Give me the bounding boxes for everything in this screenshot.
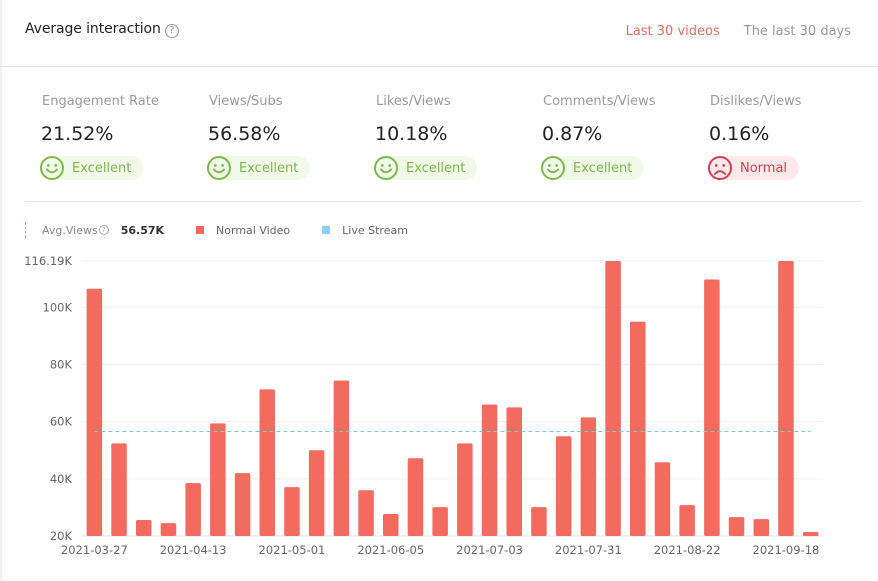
metric-value: 21.52% xyxy=(41,123,114,145)
y-tick-label: 40K xyxy=(50,472,73,486)
status-text: Excellent xyxy=(72,160,132,176)
legend-label: Live Stream xyxy=(342,223,408,237)
bar[interactable] xyxy=(407,458,424,536)
bar[interactable] xyxy=(136,519,152,536)
y-axis-ticks: 20K 40K 60K 80K 100K 116.19K xyxy=(24,254,72,543)
x-tick-label: 2021-05-01 xyxy=(259,543,326,557)
status-text: Excellent xyxy=(573,160,633,176)
status-text: Normal xyxy=(740,160,788,176)
status-badge: Normal xyxy=(708,156,800,180)
metric-value: 10.18% xyxy=(375,123,448,145)
bar[interactable] xyxy=(160,523,177,536)
bar[interactable] xyxy=(555,436,572,536)
y-tick-label: 116.19K xyxy=(24,254,72,268)
metric-value: 56.58% xyxy=(208,123,281,145)
x-tick-label: 2021-06-05 xyxy=(357,543,424,557)
metrics-row: Engagement Rate 21.52% Excellent Views/S… xyxy=(25,80,862,202)
x-tick-label: 2021-04-13 xyxy=(160,543,227,557)
bar[interactable] xyxy=(704,279,720,536)
bar[interactable] xyxy=(531,507,547,536)
bar[interactable] xyxy=(481,404,498,536)
legend-label: Normal Video xyxy=(216,223,291,237)
metric-value: 0.16% xyxy=(709,123,770,145)
views-bar-chart: 20K40K60K80K100K116.19K 2021-03-27 2021-0… xyxy=(24,254,823,557)
smile-face-icon xyxy=(40,156,64,180)
metric-label: Engagement Rate xyxy=(42,94,159,109)
metric-label: Comments/Views xyxy=(543,94,656,109)
x-tick-label: 2021-08-22 xyxy=(654,543,721,557)
avg-views-label: Avg.Views xyxy=(42,223,98,237)
bar[interactable] xyxy=(86,288,103,536)
question-circle-icon[interactable]: ? xyxy=(98,225,109,235)
bar[interactable] xyxy=(679,505,695,536)
bar[interactable] xyxy=(802,531,819,536)
chart-legend: Avg.Views ? 56.57K Normal Video Live Str… xyxy=(25,222,408,238)
period-tabs: Last 30 videos The last 30 days xyxy=(626,24,851,39)
question-circle-icon[interactable]: ? xyxy=(164,24,179,38)
y-tick-label: 80K xyxy=(50,357,73,371)
x-tick-label: 2021-03-27 xyxy=(61,543,128,557)
panel-header: Average interaction? Last 30 videos The … xyxy=(0,0,878,67)
y-tick-label: 20K xyxy=(50,529,73,543)
bar[interactable] xyxy=(259,389,276,536)
bar[interactable] xyxy=(234,473,251,536)
bar[interactable] xyxy=(185,483,201,536)
status-badge: Excellent xyxy=(541,156,645,180)
bar[interactable] xyxy=(630,321,646,536)
metric-value: 0.87% xyxy=(542,123,603,145)
bar[interactable] xyxy=(210,423,226,536)
metric-label: Dislikes/Views xyxy=(710,94,802,109)
metric-label: Views/Subs xyxy=(209,94,283,109)
x-tick-label: 2021-09-18 xyxy=(753,543,820,557)
bar[interactable] xyxy=(383,513,399,536)
x-tick-label: 2021-07-03 xyxy=(456,543,523,557)
smile-face-icon xyxy=(207,156,231,180)
tab-last-30-days[interactable]: The last 30 days xyxy=(744,24,851,39)
legend-item-live-stream[interactable]: Live Stream xyxy=(322,224,408,237)
bar[interactable] xyxy=(333,380,350,536)
bar[interactable] xyxy=(728,517,745,536)
y-tick-label: 60K xyxy=(50,415,73,429)
legend-swatch-live-stream xyxy=(322,226,331,234)
avg-views-value: 56.57K xyxy=(120,223,165,237)
bar[interactable] xyxy=(580,417,597,536)
status-badge: Excellent xyxy=(40,156,144,180)
bar[interactable] xyxy=(111,443,127,536)
panel-title-text: Average interaction xyxy=(25,21,161,37)
avg-line-marker xyxy=(25,222,26,238)
bar[interactable] xyxy=(308,450,325,536)
legend-swatch-normal-video xyxy=(196,226,205,234)
legend-item-normal-video[interactable]: Normal Video xyxy=(196,224,290,237)
panel-title: Average interaction? xyxy=(25,21,179,38)
x-tick-label: 2021-07-31 xyxy=(555,543,622,557)
status-text: Excellent xyxy=(406,160,466,176)
tab-last-30-videos[interactable]: Last 30 videos xyxy=(626,24,720,39)
bar[interactable] xyxy=(432,507,448,536)
bar[interactable] xyxy=(753,519,770,536)
status-badge: Excellent xyxy=(374,156,478,180)
bar[interactable] xyxy=(457,443,473,536)
bar[interactable] xyxy=(358,490,374,536)
bar[interactable] xyxy=(605,261,621,536)
smile-face-icon xyxy=(541,156,565,180)
bar[interactable] xyxy=(284,487,300,536)
sad-face-icon xyxy=(708,156,732,180)
smile-face-icon xyxy=(374,156,398,180)
bar[interactable] xyxy=(778,261,794,536)
y-tick-label: 100K xyxy=(43,300,73,314)
status-text: Excellent xyxy=(239,160,299,176)
bar[interactable] xyxy=(654,462,671,536)
bar[interactable] xyxy=(506,407,523,536)
chart-bars xyxy=(86,261,819,536)
status-badge: Excellent xyxy=(207,156,311,180)
metric-label: Likes/Views xyxy=(376,94,451,109)
x-axis-ticks: 2021-03-27 2021-04-13 2021-05-01 2021-06-05… xyxy=(61,543,819,557)
